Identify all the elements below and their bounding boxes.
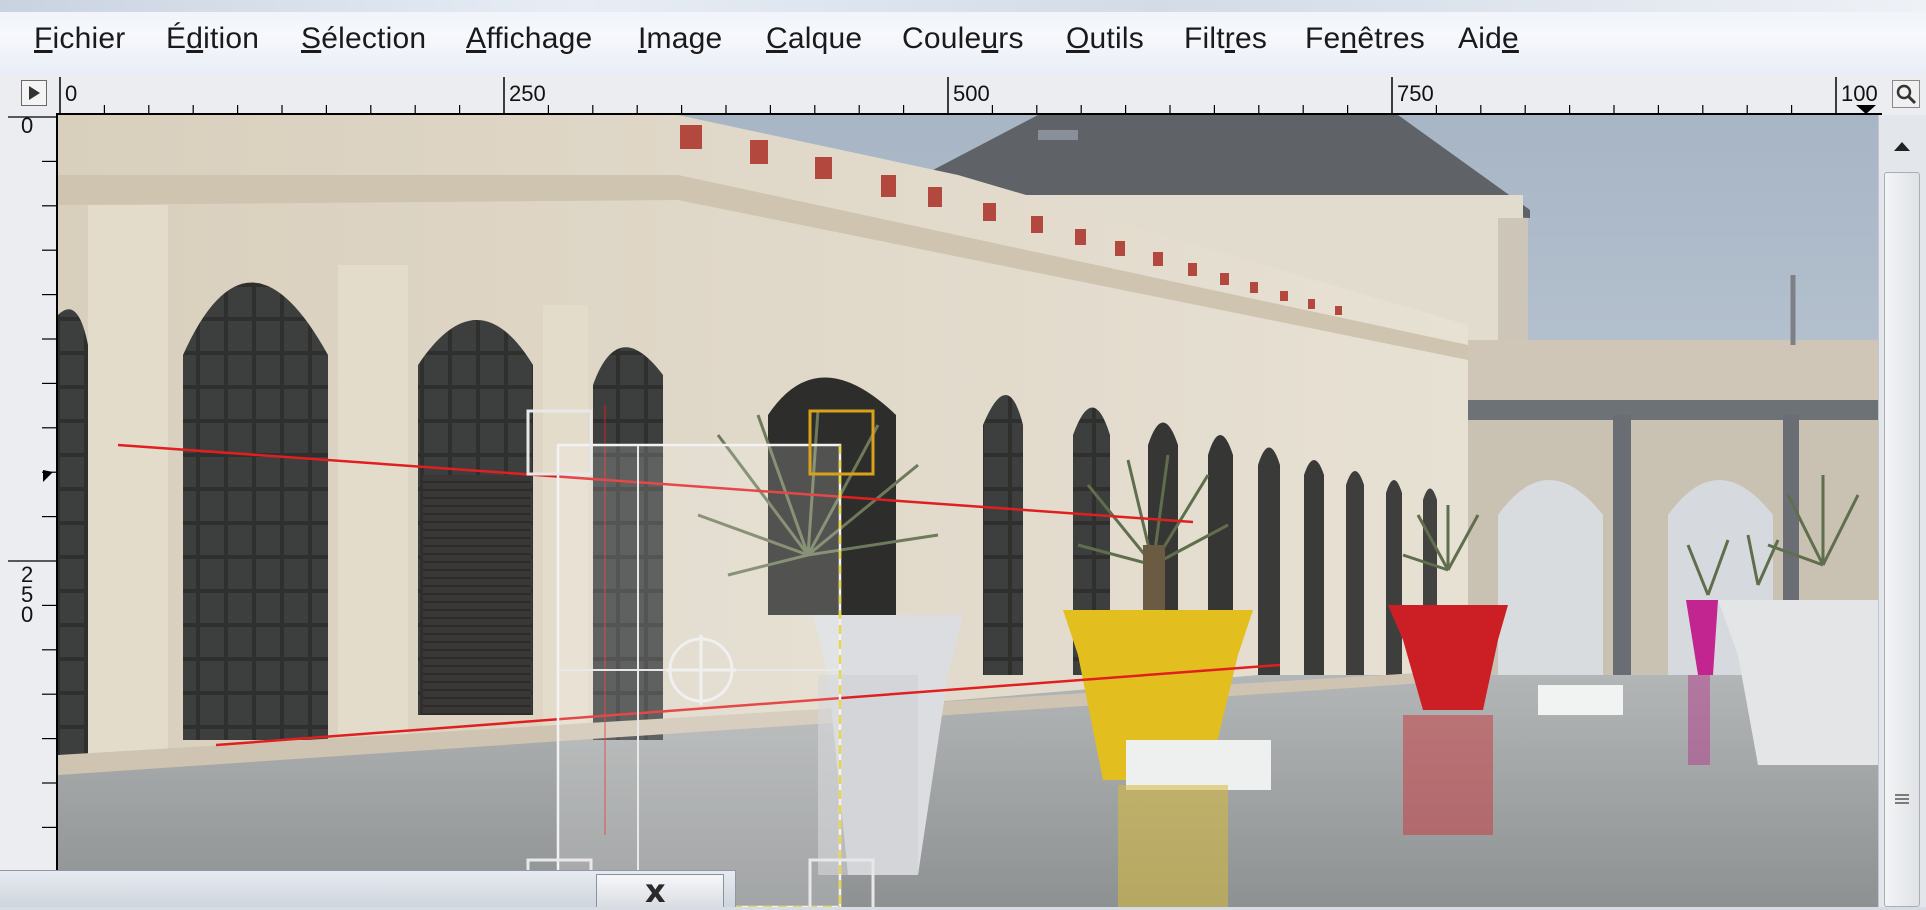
menu-affichage[interactable]: Affichage xyxy=(466,22,592,56)
zoom-magnifier-icon xyxy=(1896,84,1917,105)
menu-fenetres[interactable]: Fenêtres xyxy=(1305,22,1425,56)
chevron-up-icon[interactable] xyxy=(1884,132,1920,160)
navigate-button[interactable] xyxy=(21,80,47,106)
ruler-label-500: 500 xyxy=(953,81,990,106)
menu-selection[interactable]: Sélection xyxy=(301,22,426,56)
horizontal-ruler[interactable]: 0 250 500 750 100 xyxy=(56,75,1882,115)
menu-aide[interactable]: Aide xyxy=(1458,22,1519,56)
bench-cube xyxy=(1126,740,1271,790)
ruler-label-250: 250 xyxy=(509,81,546,106)
pointer-marker-icon xyxy=(1856,105,1876,114)
grip-lines-icon xyxy=(1895,794,1909,804)
vertical-ruler[interactable]: 0 2 5 0 xyxy=(0,115,58,907)
ruler-label-1000: 100 xyxy=(1841,81,1878,106)
menu-couleurs[interactable]: Couleurs xyxy=(902,22,1024,56)
menu-edition[interactable]: Édition xyxy=(166,22,259,56)
vruler-label-00: 0 xyxy=(21,602,33,627)
image-canvas[interactable] xyxy=(58,115,1878,907)
ruler-label-0: 0 xyxy=(65,81,77,106)
play-triangle-icon xyxy=(29,86,40,100)
menu-calque[interactable]: Calque xyxy=(766,22,862,56)
menu-outils[interactable]: Outils xyxy=(1066,22,1144,56)
pointer-marker-icon xyxy=(43,470,53,482)
close-icon[interactable]: x xyxy=(645,872,666,910)
menu-filtres[interactable]: Filtres xyxy=(1184,22,1267,56)
window-top-strip xyxy=(0,0,1926,12)
zoom-button[interactable] xyxy=(1892,80,1920,108)
transform-preview xyxy=(558,445,840,907)
ruler-label-750: 750 xyxy=(1397,81,1434,106)
menu-fichier[interactable]: Fichier xyxy=(34,22,125,56)
menu-image[interactable]: Image xyxy=(638,22,722,56)
vruler-label-0: 0 xyxy=(21,115,33,138)
photo xyxy=(58,115,1878,907)
